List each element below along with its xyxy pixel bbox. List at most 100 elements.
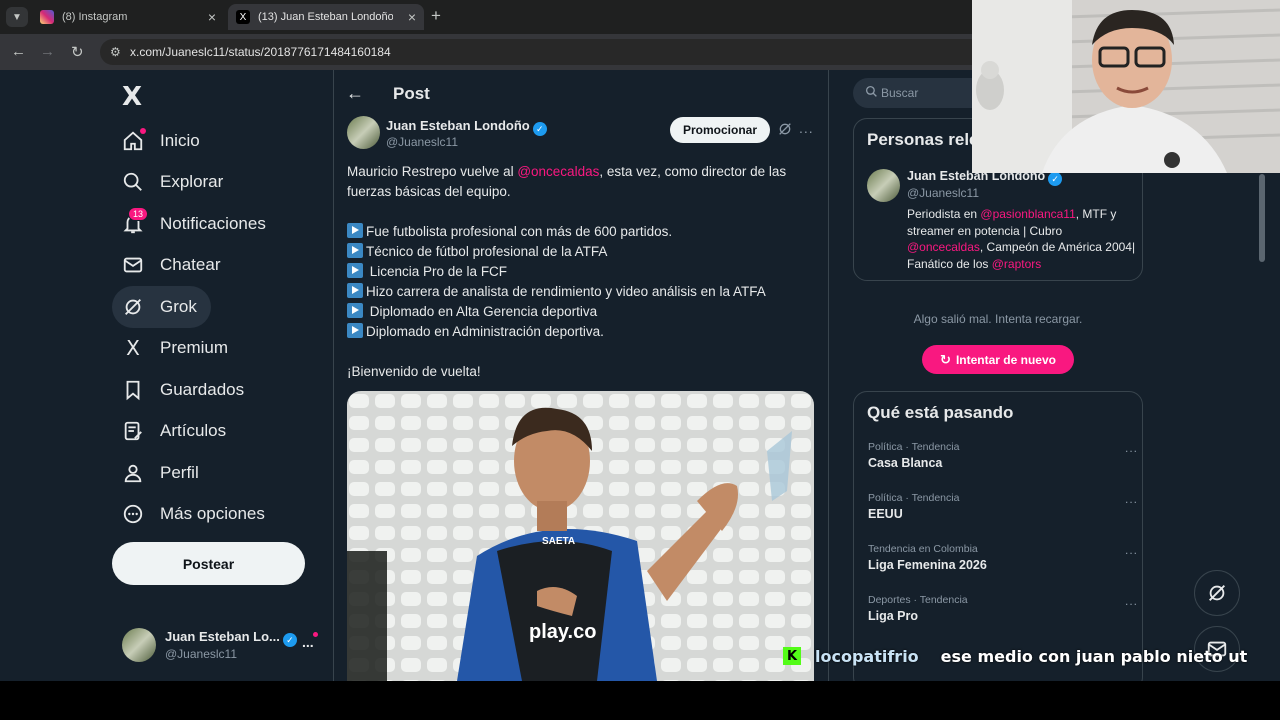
author-handle[interactable]: @Juaneslc11: [386, 135, 458, 149]
notification-count-badge: 13: [128, 207, 149, 221]
play-bullet-icon: [347, 303, 363, 318]
kick-logo-icon: K: [783, 647, 801, 665]
verified-badge-icon: ✓: [1048, 172, 1063, 186]
trend-more-icon[interactable]: ...: [1125, 492, 1138, 506]
x-icon: X: [236, 10, 250, 24]
shirt-sponsor-text: SAETA: [542, 536, 576, 547]
nav-item-premium[interactable]: X Premium: [112, 327, 242, 369]
post-image[interactable]: SAETA play.co: [347, 391, 814, 681]
close-tab-icon[interactable]: ×: [208, 9, 216, 25]
error-message: Algo salió mal. Intenta recargar.: [913, 312, 1083, 326]
related-handle[interactable]: @Juaneslc11: [907, 186, 979, 200]
bullet-text: Licencia Pro de la FCF: [366, 264, 508, 279]
trend-category: Deportes · Tendencia: [868, 594, 968, 606]
nav-item-profile[interactable]: Perfil: [112, 452, 213, 494]
nav-label: Chatear: [160, 255, 221, 274]
x-logo[interactable]: X: [122, 82, 142, 112]
mail-icon: [122, 254, 144, 276]
author-name[interactable]: Juan Esteban Londoño: [386, 118, 530, 133]
search-icon: [865, 85, 878, 101]
nav-label: Notificaciones: [160, 214, 266, 233]
forward-arrow-icon[interactable]: →: [40, 43, 55, 60]
nav-item-explore[interactable]: Explorar: [112, 161, 237, 203]
grok-icon: [122, 296, 144, 318]
trend-more-icon[interactable]: ...: [1125, 543, 1138, 557]
grok-icon[interactable]: [777, 121, 793, 142]
tab-search-button[interactable]: ▼: [6, 7, 28, 27]
mention-link[interactable]: @pasionblanca11: [980, 207, 1075, 221]
trends-card: Qué está pasando Política · Tendencia Ca…: [853, 391, 1143, 681]
mention-link[interactable]: @oncecaldas: [517, 164, 599, 179]
nav-label: Premium: [160, 338, 229, 357]
trend-item[interactable]: Política · Tendencia Casa Blanca ...: [868, 441, 1138, 470]
nav-item-chat[interactable]: Chatear: [112, 244, 234, 286]
shirt-sponsor-text: play.co: [529, 621, 597, 643]
post-more-icon[interactable]: ...: [799, 120, 814, 136]
post-text: ¡Bienvenido de vuelta!: [347, 364, 481, 379]
avatar[interactable]: [867, 169, 900, 202]
nav-item-articles[interactable]: Artículos: [112, 410, 240, 452]
nav-label: Inicio: [160, 131, 200, 150]
bullet-text: Diplomado en Administración deportiva.: [366, 324, 604, 339]
tab-instagram[interactable]: (8) Instagram ×: [32, 4, 224, 30]
grok-float-button[interactable]: [1194, 570, 1240, 616]
x-premium-icon: X: [126, 336, 140, 360]
author-avatar[interactable]: [347, 116, 380, 149]
account-more-icon[interactable]: ...: [302, 634, 314, 650]
article-icon: [122, 420, 144, 442]
promote-button[interactable]: Promocionar: [670, 117, 770, 143]
bullet-text: Hizo carrera de analista de rendimiento …: [366, 284, 766, 299]
profile-icon: [122, 462, 144, 484]
account-switcher[interactable]: Juan Esteban Lo... ✓ @Juaneslc11 ...: [120, 626, 330, 662]
nav-label: Perfil: [160, 463, 199, 482]
trend-title: Liga Femenina 2026: [868, 558, 987, 572]
site-info-icon[interactable]: ⚙: [110, 45, 121, 59]
mention-link[interactable]: @raptors: [992, 257, 1042, 271]
trend-more-icon[interactable]: ...: [1125, 441, 1138, 455]
nav-label: Grok: [160, 297, 197, 316]
trend-title: EEUU: [868, 507, 903, 521]
nav-item-home[interactable]: Inicio: [112, 120, 214, 162]
play-bullet-icon: [347, 223, 363, 238]
post-text: fuerzas básicas del equipo.: [347, 184, 511, 199]
nav-item-grok[interactable]: Grok: [112, 286, 211, 328]
post-text: Mauricio Restrepo vuelve al: [347, 164, 518, 179]
nav-item-bookmarks[interactable]: Guardados: [112, 369, 258, 411]
nav-item-more[interactable]: Más opciones: [112, 493, 279, 535]
post-button[interactable]: Postear: [112, 542, 305, 585]
column-divider: [828, 70, 829, 681]
trend-more-icon[interactable]: ...: [1125, 594, 1138, 608]
back-arrow-icon[interactable]: ←: [11, 43, 26, 60]
reload-icon[interactable]: ↻: [71, 43, 84, 61]
trend-item[interactable]: Tendencia en Colombia Liga Femenina 2026…: [868, 543, 1138, 572]
trend-title: Liga Pro: [868, 609, 919, 623]
nav-label: Guardados: [160, 380, 245, 399]
grok-icon: [1209, 585, 1225, 601]
screen-bottom-bar: [0, 681, 1280, 720]
nav-item-notifications[interactable]: 13 Notificaciones: [112, 203, 280, 245]
trend-item[interactable]: Política · Tendencia EEUU ...: [868, 492, 1138, 521]
tab-x-post[interactable]: X (13) Juan Esteban Londoño en ×: [228, 4, 424, 30]
close-tab-icon[interactable]: ×: [408, 9, 416, 25]
post-body: Mauricio Restrepo vuelve al @oncecaldas,…: [347, 162, 817, 382]
trend-item[interactable]: Deportes · Tendencia Liga Pro ...: [868, 594, 1138, 623]
retry-button[interactable]: ↻ Intentar de nuevo: [922, 345, 1074, 374]
retry-label: Intentar de nuevo: [955, 352, 1056, 367]
trend-category: Tendencia en Colombia: [868, 543, 978, 555]
avatar: [122, 628, 156, 662]
play-bullet-icon: [347, 263, 363, 278]
account-handle: @Juaneslc11: [165, 647, 237, 661]
card-title: Qué está pasando: [867, 403, 1014, 422]
bullet-text: Técnico de fútbol profesional de la ATFA: [366, 244, 608, 259]
play-bullet-icon: [347, 243, 363, 258]
chat-message: ese medio con juan pablo nieto ut: [940, 646, 1248, 666]
account-name: Juan Esteban Lo...: [165, 629, 280, 644]
scrollbar-thumb[interactable]: [1259, 174, 1265, 262]
back-arrow-icon[interactable]: ←: [346, 83, 364, 104]
more-options-icon: [122, 503, 144, 525]
search-placeholder: Buscar: [881, 86, 919, 100]
new-tab-button[interactable]: +: [431, 6, 441, 26]
mention-link[interactable]: @oncecaldas: [907, 240, 980, 254]
bio-text: Periodista en: [907, 207, 981, 221]
search-icon: [122, 171, 144, 193]
